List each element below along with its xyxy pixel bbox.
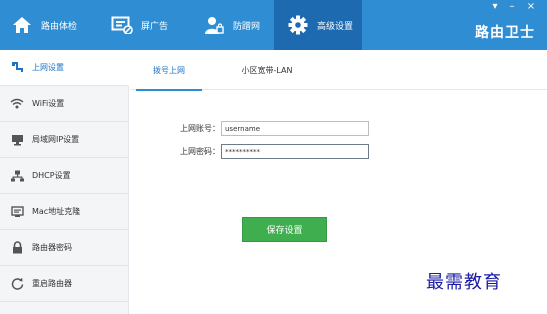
tab-block-ads[interactable]: 屏广告 <box>106 0 196 50</box>
account-input[interactable] <box>221 121 369 136</box>
sidebar-item-label: 上网设置 <box>32 63 64 72</box>
block-ads-icon <box>110 13 134 37</box>
restart-icon <box>10 277 24 291</box>
tab-label: 高级设置 <box>317 21 354 32</box>
anti-leech-icon <box>202 13 226 37</box>
sidebar-item-lan-ip-settings[interactable]: 局域网IP设置 <box>0 122 129 158</box>
tab-label: 路由体检 <box>41 21 78 32</box>
sidebar-item-internet-settings[interactable]: 上网设置 <box>0 50 129 86</box>
mac-clone-icon <box>10 205 24 219</box>
close-icon[interactable]: × <box>525 2 537 12</box>
sidebar-item-wifi-settings[interactable]: WiFi设置 <box>0 86 129 122</box>
wifi-icon <box>10 97 24 111</box>
sidebar-item-label: WiFi设置 <box>32 99 65 108</box>
connection-type-tabs: 拨号上网 小区宽带-LAN <box>130 50 547 91</box>
dhcp-icon <box>10 169 24 183</box>
menu-dropdown-icon[interactable]: ▾ <box>489 2 501 12</box>
watermark-text: 最需教育 <box>426 272 502 293</box>
network-icon <box>10 61 24 75</box>
sidebar-item-label: Mac地址克隆 <box>32 207 81 216</box>
password-row: 上网密码： <box>180 144 369 159</box>
account-label: 上网账号： <box>180 124 220 133</box>
app-brand-title: 路由卫士 <box>475 25 535 41</box>
password-input[interactable] <box>221 144 369 159</box>
tab-label: 防蹭网 <box>233 21 261 32</box>
gear-icon <box>286 13 310 37</box>
settings-sidebar: 上网设置 WiFi设置 局域网IP设置 DHCP设置 Mac地址克隆 路由器密码 <box>0 50 129 314</box>
lock-icon <box>10 241 24 255</box>
tab-anti-leech[interactable]: 防蹭网 <box>196 0 274 50</box>
sidebar-item-router-password[interactable]: 路由器密码 <box>0 230 129 266</box>
sidebar-item-restart-router[interactable]: 重启路由器 <box>0 266 129 302</box>
tab-label: 屏广告 <box>141 21 169 32</box>
save-settings-button[interactable]: 保存设置 <box>242 217 327 242</box>
tab-advanced-settings[interactable]: 高级设置 <box>274 0 362 50</box>
top-navigation-bar: 路由体检 屏广告 防蹭网 高级设置 ▾ – × 路由卫士 <box>0 0 547 50</box>
lan-ip-icon <box>10 133 24 147</box>
tab-router-checkup[interactable]: 路由体检 <box>10 0 106 50</box>
sidebar-item-dhcp-settings[interactable]: DHCP设置 <box>0 158 129 194</box>
password-label: 上网密码： <box>180 147 220 156</box>
sidebar-item-label: DHCP设置 <box>32 171 71 180</box>
tab-community-broadband-lan[interactable]: 小区宽带-LAN <box>218 50 316 90</box>
minimize-icon[interactable]: – <box>506 2 518 12</box>
sidebar-item-label: 路由器密码 <box>32 243 72 252</box>
tab-pppoe-dialup[interactable]: 拨号上网 <box>136 50 202 91</box>
account-row: 上网账号： <box>180 121 369 136</box>
sidebar-item-label: 重启路由器 <box>32 279 72 288</box>
sidebar-item-mac-clone[interactable]: Mac地址克隆 <box>0 194 129 230</box>
home-icon <box>10 13 34 37</box>
sidebar-item-label: 局域网IP设置 <box>32 135 80 144</box>
